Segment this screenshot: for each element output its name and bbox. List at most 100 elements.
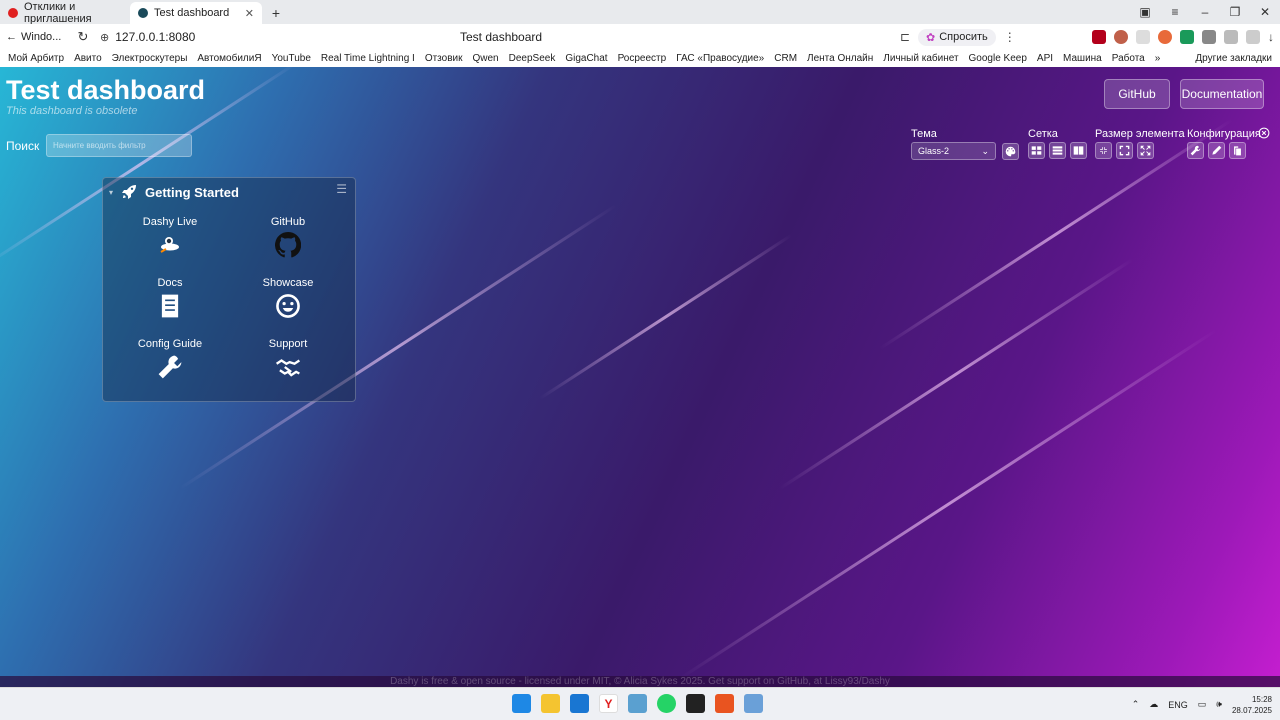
item-dashy-live[interactable]: Dashy Live <box>115 216 225 261</box>
bookmark-item[interactable]: ГАС «Правосудие» <box>676 53 764 64</box>
bookmark-item[interactable]: Qwen <box>473 53 499 64</box>
yandex-browser-icon[interactable]: Y <box>599 694 618 713</box>
new-tab-button[interactable]: + <box>266 3 286 23</box>
item-docs[interactable]: Docs <box>115 277 225 322</box>
address-bar-row: ← Windo... ↻ ⊕ 127.0.0.1:8080 Test dashb… <box>0 24 1280 50</box>
close-tab-icon[interactable]: ✕ <box>245 7 254 20</box>
restore-icon[interactable]: ❐ <box>1220 5 1250 19</box>
section-header[interactable]: ▾ Getting Started <box>109 184 239 200</box>
yandex-favicon-icon <box>8 8 18 18</box>
arrows-expand-icon <box>1140 145 1151 156</box>
bookmark-item[interactable]: Авито <box>74 53 102 64</box>
terminal-icon[interactable] <box>686 694 705 713</box>
documentation-link-button[interactable]: Documentation <box>1180 79 1264 109</box>
bookmark-item[interactable]: Росреестр <box>618 53 667 64</box>
vscode-icon[interactable] <box>570 694 589 713</box>
section-menu-icon[interactable]: ☰ <box>336 182 347 196</box>
reload-icon[interactable]: ↻ <box>74 29 92 45</box>
ask-button[interactable]: ✿ Спросить <box>918 28 996 46</box>
tab-test-dashboard[interactable]: Test dashboard ✕ <box>130 2 262 24</box>
whatsapp-icon[interactable] <box>657 694 676 713</box>
item-support[interactable]: Support <box>233 338 343 383</box>
bookmark-item[interactable]: GigaChat <box>565 53 607 64</box>
ublock-icon[interactable] <box>1092 30 1106 44</box>
menu-icon[interactable]: ≡ <box>1160 5 1190 19</box>
item-config-guide[interactable]: Config Guide <box>115 338 225 383</box>
edit-mode-button[interactable] <box>1208 142 1225 159</box>
close-window-icon[interactable]: ✕ <box>1250 5 1280 19</box>
url-field[interactable]: ⊕ 127.0.0.1:8080 Test dashboard ⊏ <box>100 30 910 44</box>
bookmark-folder[interactable]: Машина <box>1063 53 1102 64</box>
bookmark-item[interactable]: Лента Онлайн <box>807 53 873 64</box>
browser-tab-bar: Отклики и приглашения Test dashboard ✕ +… <box>0 0 1280 25</box>
tab-label: Отклики и приглашения <box>24 1 92 25</box>
bookmark-item[interactable]: Google Keep <box>969 53 1027 64</box>
extension-avatar-icon[interactable] <box>1114 30 1128 44</box>
size-large-button[interactable] <box>1137 142 1154 159</box>
github-icon <box>274 231 302 258</box>
cloud-app-icon[interactable] <box>628 694 647 713</box>
file-explorer-icon[interactable] <box>541 694 560 713</box>
layout-horizontal-button[interactable] <box>1070 142 1087 159</box>
size-small-button[interactable] <box>1095 142 1112 159</box>
collapse-chevron-icon[interactable]: ▾ <box>109 188 113 197</box>
theme-select[interactable]: Glass-2 ⌄ <box>911 142 996 160</box>
list-icon <box>1052 146 1063 155</box>
bookmark-item[interactable]: CRM <box>774 53 797 64</box>
bookmark-overflow[interactable]: » <box>1155 53 1161 64</box>
layout-auto-button[interactable] <box>1028 142 1045 159</box>
volume-icon[interactable]: 🕪 <box>1216 699 1222 710</box>
item-size-settings: Размер элемента <box>1095 128 1185 159</box>
bookmark-item[interactable]: Личный кабинет <box>883 53 958 64</box>
bookmark-folder[interactable]: API <box>1037 53 1053 64</box>
columns-icon <box>1073 146 1084 155</box>
back-button[interactable]: ← Windo... <box>6 31 66 43</box>
wrench-icon <box>1190 145 1201 156</box>
bookmark-item[interactable]: Real Time Lightning I <box>321 53 415 64</box>
onedrive-icon[interactable]: ☁ <box>1149 699 1158 710</box>
dashy-favicon-icon <box>138 8 148 18</box>
ubuntu-icon[interactable] <box>715 694 734 713</box>
shield-icon[interactable] <box>1180 30 1194 44</box>
bitcoin-icon[interactable] <box>1158 30 1172 44</box>
search-label: Поиск <box>6 139 40 153</box>
start-icon[interactable] <box>512 694 531 713</box>
vpn-icon[interactable] <box>1202 30 1216 44</box>
background-streak <box>679 328 1218 680</box>
extension-icon[interactable]: ▣ <box>1130 5 1160 19</box>
layout-vertical-button[interactable] <box>1049 142 1066 159</box>
chevron-up-icon[interactable]: ⌃ <box>1132 699 1140 710</box>
update-config-button[interactable] <box>1187 142 1204 159</box>
palette-button[interactable] <box>1002 142 1019 160</box>
pencil-icon <box>1212 145 1222 155</box>
bookmark-folder[interactable]: Работа <box>1112 53 1145 64</box>
cloud-backup-button[interactable] <box>1229 142 1246 159</box>
tab-otkliki[interactable]: Отклики и приглашения <box>0 1 130 25</box>
minimize-icon[interactable]: – <box>1190 5 1220 19</box>
network-icon[interactable]: ▭ <box>1198 699 1207 710</box>
bookmark-item[interactable]: Электроскутеры <box>112 53 188 64</box>
clock[interactable]: 15:28 28.07.2025 <box>1232 694 1272 716</box>
search-input[interactable] <box>46 134 192 157</box>
puzzle-icon[interactable] <box>1224 30 1238 44</box>
language-indicator[interactable]: ENG <box>1168 700 1188 710</box>
other-bookmarks[interactable]: Другие закладки <box>1195 53 1272 64</box>
compress-icon <box>1098 145 1109 156</box>
github-link-button[interactable]: GitHub <box>1104 79 1170 109</box>
size-medium-button[interactable] <box>1116 142 1133 159</box>
ip-icon[interactable] <box>1136 30 1150 44</box>
more-icon[interactable]: ⋮ <box>1004 30 1016 44</box>
collections-icon[interactable] <box>1246 30 1260 44</box>
bookmark-item[interactable]: YouTube <box>272 53 311 64</box>
item-github[interactable]: GitHub <box>233 216 343 261</box>
bookmark-icon[interactable]: ⊏ <box>900 30 910 44</box>
item-showcase[interactable]: Showcase <box>233 277 343 322</box>
bookmark-item[interactable]: Отзовик <box>425 53 463 64</box>
bookmark-item[interactable]: Мой Арбитр <box>8 53 64 64</box>
bookmark-item[interactable]: DeepSeek <box>509 53 556 64</box>
bookmark-item[interactable]: АвтомобилиЯ <box>197 53 261 64</box>
globe-icon: ⊕ <box>100 31 110 44</box>
download-icon[interactable]: ↓ <box>1268 30 1274 44</box>
calendar-app-icon[interactable] <box>744 694 763 713</box>
close-settings-icon[interactable] <box>1258 127 1270 139</box>
